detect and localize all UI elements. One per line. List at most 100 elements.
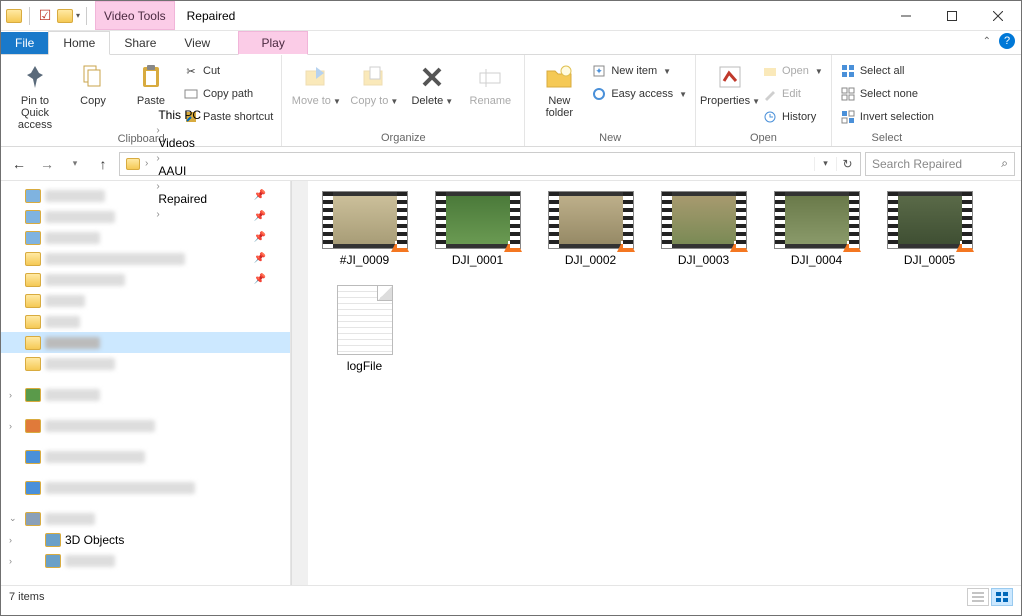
open-button[interactable]: Open▼ <box>762 61 823 81</box>
file-item-video[interactable]: DJI_0004 <box>764 191 869 267</box>
group-open: Properties▼ Open▼ Edit History Open <box>696 55 832 146</box>
tab-home[interactable]: Home <box>48 31 110 55</box>
file-item-video[interactable]: DJI_0002 <box>538 191 643 267</box>
maximize-button[interactable] <box>929 1 975 30</box>
new-item-icon: ✦ <box>591 63 607 79</box>
copy-to-button[interactable]: Copy to▼ <box>348 59 400 107</box>
breadcrumb-segment[interactable]: AAUI <box>154 164 211 178</box>
qat-properties-icon[interactable]: ☑ <box>36 7 54 25</box>
tree-item[interactable]: › <box>1 550 290 571</box>
breadcrumb-segment[interactable]: This PC <box>154 108 211 122</box>
video-thumbnail <box>887 191 973 249</box>
copy-button[interactable]: Copy <box>67 59 119 107</box>
copy-path-button[interactable]: Copy path <box>183 84 273 104</box>
tree-item[interactable]: 📌 <box>1 227 290 248</box>
tree-scrollbar[interactable] <box>291 181 308 585</box>
new-item-button[interactable]: ✦New item▼ <box>591 61 687 81</box>
pin-icon <box>19 61 51 93</box>
tree-item[interactable]: 📌 <box>1 269 290 290</box>
video-thumbnail <box>661 191 747 249</box>
content-area: 📌 📌 📌 📌 📌 › › ⌄ ›3D Objects › #JI_0009 DJ… <box>1 181 1021 585</box>
file-label: #JI_0009 <box>340 253 389 267</box>
file-label: DJI_0001 <box>452 253 503 267</box>
rename-button[interactable]: Rename <box>464 59 516 107</box>
new-folder-button[interactable]: New folder <box>533 59 585 119</box>
file-item-video[interactable]: DJI_0001 <box>425 191 530 267</box>
group-organize: Move to▼ Copy to▼ Delete▼ Rename Organiz… <box>282 55 525 146</box>
video-thumbnail <box>774 191 860 249</box>
file-item-log[interactable]: logFile <box>312 281 417 373</box>
tab-play[interactable]: Play <box>238 31 308 55</box>
address-bar[interactable]: › This PC›Videos›AAUI›Repaired› ▾ ↻ <box>119 152 861 176</box>
vlc-cone-icon <box>504 234 522 252</box>
select-all-button[interactable]: Select all <box>840 61 934 81</box>
tree-item[interactable] <box>1 353 290 374</box>
paste-button[interactable]: Paste <box>125 59 177 107</box>
ribbon-collapse-icon[interactable]: ⌃ <box>983 36 991 47</box>
tree-item[interactable]: 📌 <box>1 248 290 269</box>
help-icon[interactable]: ? <box>999 33 1015 49</box>
move-to-button[interactable]: Move to▼ <box>290 59 342 107</box>
address-dropdown-button[interactable]: ▾ <box>814 157 836 171</box>
breadcrumb-segment[interactable]: Videos <box>154 136 211 150</box>
tree-item[interactable]: › <box>1 415 290 436</box>
files-pane[interactable]: #JI_0009 DJI_0001 DJI_0002DJI_0003DJI_0004… <box>308 181 1021 585</box>
select-none-button[interactable]: Select none <box>840 84 934 104</box>
nav-tree[interactable]: 📌 📌 📌 📌 📌 › › ⌄ ›3D Objects › <box>1 181 291 585</box>
tree-item[interactable] <box>1 477 290 498</box>
tree-item-selected[interactable] <box>1 332 290 353</box>
tree-item[interactable]: 📌 <box>1 185 290 206</box>
group-select: Select all Select none Invert selection … <box>832 55 942 146</box>
edit-button[interactable]: Edit <box>762 84 823 104</box>
search-box[interactable]: Search Repaired ⌕ <box>865 152 1015 176</box>
view-details-button[interactable] <box>967 588 989 606</box>
delete-button[interactable]: Delete▼ <box>406 59 458 107</box>
tab-file[interactable]: File <box>1 32 48 54</box>
nav-forward-button[interactable]: → <box>35 152 59 176</box>
minimize-button[interactable] <box>883 1 929 30</box>
invert-selection-icon <box>840 109 856 125</box>
tree-item-3d-objects[interactable]: ›3D Objects <box>1 529 290 550</box>
copy-icon <box>77 61 109 93</box>
tree-item-thispc[interactable]: ⌄ <box>1 508 290 529</box>
tab-view[interactable]: View <box>170 32 224 54</box>
view-thumbnails-button[interactable] <box>991 588 1013 606</box>
vlc-cone-icon <box>730 234 748 252</box>
tree-item[interactable]: › <box>1 384 290 405</box>
invert-selection-button[interactable]: Invert selection <box>840 107 934 127</box>
file-item-video[interactable]: DJI_0003 <box>651 191 756 267</box>
edit-icon <box>762 86 778 102</box>
qat-new-folder-icon[interactable] <box>56 7 74 25</box>
quick-access-toolbar: ☑ ▾ <box>1 1 95 30</box>
cut-icon: ✂ <box>183 63 199 79</box>
video-thumbnail <box>548 191 634 249</box>
tab-share[interactable]: Share <box>110 32 170 54</box>
tree-item[interactable] <box>1 311 290 332</box>
nav-back-button[interactable]: ← <box>7 152 31 176</box>
file-item-video[interactable]: DJI_0005 <box>877 191 982 267</box>
easy-access-button[interactable]: Easy access▼ <box>591 84 687 104</box>
nav-up-button[interactable]: ↑ <box>91 152 115 176</box>
ribbon-tabs: File Home Share View Play ⌃ ? <box>1 31 1021 55</box>
rename-icon <box>474 61 506 93</box>
pin-to-quick-access-button[interactable]: Pin to Quick access <box>9 59 61 131</box>
qat-customizer[interactable]: ▾ <box>76 11 80 20</box>
vlc-cone-icon <box>956 234 974 252</box>
properties-icon <box>714 61 746 93</box>
breadcrumb-separator: › <box>154 125 161 136</box>
cut-button[interactable]: ✂Cut <box>183 61 273 81</box>
close-button[interactable] <box>975 1 1021 30</box>
tree-item[interactable]: 📌 <box>1 206 290 227</box>
easy-access-icon <box>591 86 607 102</box>
status-bar: 7 items <box>1 585 1021 607</box>
move-to-icon <box>300 61 332 93</box>
refresh-button[interactable]: ↻ <box>836 157 858 171</box>
properties-button[interactable]: Properties▼ <box>704 59 756 107</box>
nav-recent-button[interactable]: ▾ <box>63 152 87 176</box>
file-item-video[interactable]: #JI_0009 <box>312 191 417 267</box>
tree-item[interactable] <box>1 290 290 311</box>
history-button[interactable]: History <box>762 107 823 127</box>
window-title: Repaired <box>175 1 883 30</box>
breadcrumb-root-icon[interactable]: › <box>122 158 154 170</box>
tree-item[interactable] <box>1 446 290 467</box>
